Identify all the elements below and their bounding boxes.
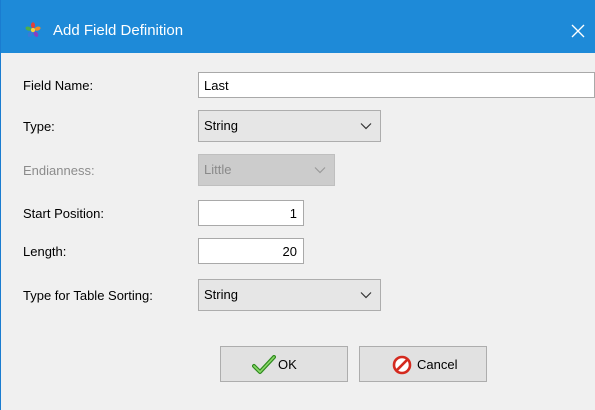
field-name-input[interactable] [198,72,595,98]
endianness-select-value: Little [204,162,232,177]
sort-type-select[interactable]: String [198,279,381,311]
checkmark-icon [252,355,276,374]
ok-button-label: OK [278,357,297,372]
chevron-down-icon [314,167,326,174]
window-title: Add Field Definition [53,22,184,39]
close-icon [571,24,585,38]
type-select-value: String [204,118,238,133]
sort-type-select-value: String [204,287,238,302]
add-field-definition-dialog: Add Field Definition Field Name: Type: S… [0,0,595,410]
close-button[interactable] [560,14,595,50]
sort-type-label: Type for Table Sorting: [23,288,153,303]
cancel-button[interactable]: Cancel [359,346,487,382]
endianness-label: Endianness: [23,163,95,178]
start-position-label: Start Position: [23,206,104,221]
cancel-button-label: Cancel [417,357,458,372]
endianness-select: Little [198,154,335,186]
ok-button[interactable]: OK [220,346,348,382]
chevron-down-icon [360,123,372,130]
field-name-label: Field Name: [23,78,94,93]
title-bar[interactable]: Add Field Definition [1,0,595,53]
type-label: Type: [23,119,55,134]
chevron-down-icon [360,292,372,299]
app-flower-icon [25,22,41,38]
no-entry-icon [392,355,412,375]
start-position-input[interactable] [198,200,304,226]
length-label: Length: [23,244,67,259]
length-input[interactable] [198,238,304,264]
type-select[interactable]: String [198,110,381,142]
